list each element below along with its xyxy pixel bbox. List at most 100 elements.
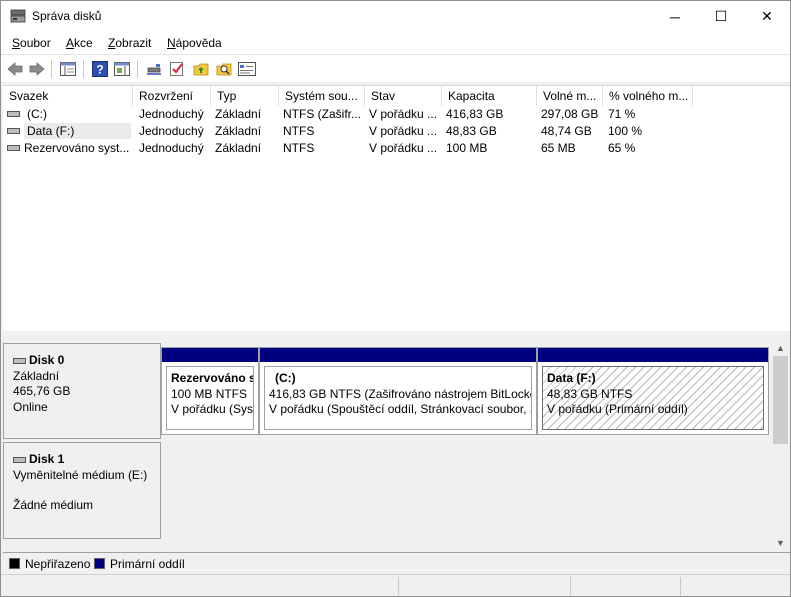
- partition-content: (C:) 416,83 GB NTFS (Zašifrováno nástroj…: [264, 366, 532, 430]
- legend-unallocated: Nepřiřazeno: [25, 557, 91, 571]
- cell-type: Základní: [215, 141, 262, 155]
- status-pane: [398, 577, 570, 595]
- back-icon: [7, 62, 23, 76]
- partition-title: Data (F:): [547, 371, 596, 385]
- close-icon: ✕: [761, 8, 773, 24]
- disk-map: Disk 0 Základní 465,76 GB Online Rezervo…: [3, 339, 771, 551]
- partition-size: 416,83 GB NTFS (Zašifrováno nástrojem Bi…: [269, 386, 532, 401]
- toolbar: ?: [1, 54, 790, 82]
- help-button[interactable]: ?: [90, 59, 110, 79]
- primary-partition-swatch: [94, 558, 105, 569]
- status-pane: [680, 577, 788, 595]
- check-icon: [170, 62, 183, 76]
- pane-splitter[interactable]: [1, 331, 790, 339]
- menu-label: oubor: [20, 36, 51, 50]
- maximize-button[interactable]: ☐: [698, 1, 744, 32]
- menu-soubor[interactable]: Soubor: [12, 36, 51, 50]
- forward-button[interactable]: [27, 59, 47, 79]
- cell-layout: Jednoduchý: [139, 124, 204, 138]
- check-button[interactable]: [167, 59, 187, 79]
- menu-napoveda[interactable]: Nápověda: [167, 36, 222, 50]
- column-header-typ[interactable]: Typ: [211, 86, 279, 106]
- svg-text:?: ?: [96, 63, 103, 77]
- disk-0-size: 465,76 GB: [13, 384, 71, 398]
- column-header-kapacita[interactable]: Kapacita: [442, 86, 537, 106]
- cell-percent-free: 71 %: [608, 107, 636, 121]
- cell-layout: Jednoduchý: [139, 141, 204, 155]
- column-header-stav[interactable]: Stav: [365, 86, 442, 106]
- column-header-volne-misto[interactable]: Volné m...: [537, 86, 603, 106]
- window-title: Správa disků: [32, 9, 102, 23]
- menu-accel: S: [12, 36, 21, 50]
- console-tree-button[interactable]: [58, 59, 78, 79]
- column-header-rozvrzeni[interactable]: Rozvržení: [133, 86, 211, 106]
- console-tree-icon: [60, 62, 76, 76]
- disk-0-type: Základní: [13, 368, 60, 383]
- disk-1-title: Disk 1: [13, 452, 160, 468]
- partition-reserved[interactable]: Rezervováno s 100 MB NTFS V pořádku (Sys…: [161, 347, 259, 435]
- disk-0-status: Online: [13, 399, 48, 414]
- partition-header-bar: [260, 348, 536, 362]
- column-header-svazek[interactable]: Svazek: [3, 86, 133, 106]
- volume-list: Svazek Rozvržení Typ Systém sou... Stav …: [3, 85, 790, 331]
- cell-percent-free: 65 %: [608, 141, 636, 155]
- folder-up-button[interactable]: [191, 59, 211, 79]
- partition-status: V pořádku (Primární oddíl): [547, 402, 688, 416]
- toolbar-separator: [83, 60, 84, 78]
- disk-1-type: Vyměnitelné médium (E:): [13, 467, 148, 482]
- title-bar[interactable]: Správa disků ─ ☐ ✕: [1, 1, 790, 32]
- search-folder-button[interactable]: [214, 59, 234, 79]
- disk-1-name: Disk 1: [29, 452, 65, 466]
- cell-capacity: 416,83 GB: [446, 107, 504, 121]
- partition-data-f[interactable]: Data (F:) 48,83 GB NTFS V pořádku (Primá…: [537, 347, 769, 435]
- table-row[interactable]: (C:) Jednoduchý Základní NTFS (Zašifr...…: [3, 106, 790, 123]
- close-button[interactable]: ✕: [744, 1, 790, 32]
- cell-free-space: 297,08 GB: [541, 107, 599, 121]
- cell-volume: Rezervováno syst...: [24, 141, 130, 155]
- toolbar-separator: [137, 60, 138, 78]
- cell-percent-free: 100 %: [608, 124, 643, 138]
- partition-status: V pořádku (Syst: [171, 402, 254, 416]
- column-header-system-souboru[interactable]: Systém sou...: [279, 86, 365, 106]
- back-button[interactable]: [5, 59, 25, 79]
- disk-1-label[interactable]: Disk 1 Vyměnitelné médium (E:) Žádné méd…: [3, 442, 161, 539]
- forward-icon: [29, 62, 45, 76]
- properties-button[interactable]: [237, 59, 257, 79]
- action-pane-button[interactable]: [112, 59, 132, 79]
- menu-zobrazit[interactable]: Zobrazit: [108, 36, 151, 50]
- table-row[interactable]: Rezervováno syst... Jednoduchý Základní …: [3, 140, 790, 157]
- scrollbar-thumb[interactable]: [773, 356, 788, 444]
- status-pane: [570, 577, 680, 595]
- cell-capacity: 48,83 GB: [446, 124, 497, 138]
- partition-c[interactable]: (C:) 416,83 GB NTFS (Zašifrováno nástroj…: [259, 347, 537, 435]
- legend: Nepřiřazeno Primární oddíl: [3, 552, 790, 572]
- cell-status: V pořádku ...: [369, 107, 438, 121]
- cell-type: Základní: [215, 107, 262, 121]
- scroll-down-button[interactable]: ▼: [772, 534, 789, 551]
- menu-akce[interactable]: Akce: [66, 36, 93, 50]
- disk-map-scrollbar[interactable]: ▲ ▼: [772, 339, 789, 551]
- disk-0-label[interactable]: Disk 0 Základní 465,76 GB Online: [3, 343, 161, 439]
- maximize-icon: ☐: [714, 8, 728, 24]
- menu-label: obrazit: [115, 36, 152, 50]
- minimize-button[interactable]: ─: [652, 1, 698, 32]
- connect-button[interactable]: [144, 59, 164, 79]
- table-row[interactable]: Data (F:) Jednoduchý Základní NTFS V poř…: [3, 123, 790, 140]
- column-header-procento-volneho[interactable]: % volného m...: [603, 86, 693, 106]
- cell-filesystem: NTFS (Zašifr...: [283, 107, 361, 121]
- partition-status: V pořádku (Spouštěcí oddíl, Stránkovací …: [269, 402, 532, 416]
- help-icon: ?: [92, 61, 108, 77]
- disk-management-app-icon: [10, 9, 26, 23]
- disk-icon: [13, 456, 26, 463]
- scroll-up-button[interactable]: ▲: [772, 339, 789, 356]
- cell-capacity: 100 MB: [446, 141, 488, 155]
- partition-title: (C:): [275, 371, 296, 385]
- unallocated-swatch: [9, 558, 20, 569]
- partition-header-bar: [538, 348, 768, 362]
- folder-up-icon: [193, 63, 209, 76]
- partition-size: 100 MB NTFS: [171, 386, 248, 401]
- search-folder-icon: [216, 63, 232, 76]
- properties-icon: [238, 62, 256, 76]
- menu-bar: Soubor Akce Zobrazit Nápověda: [1, 32, 790, 54]
